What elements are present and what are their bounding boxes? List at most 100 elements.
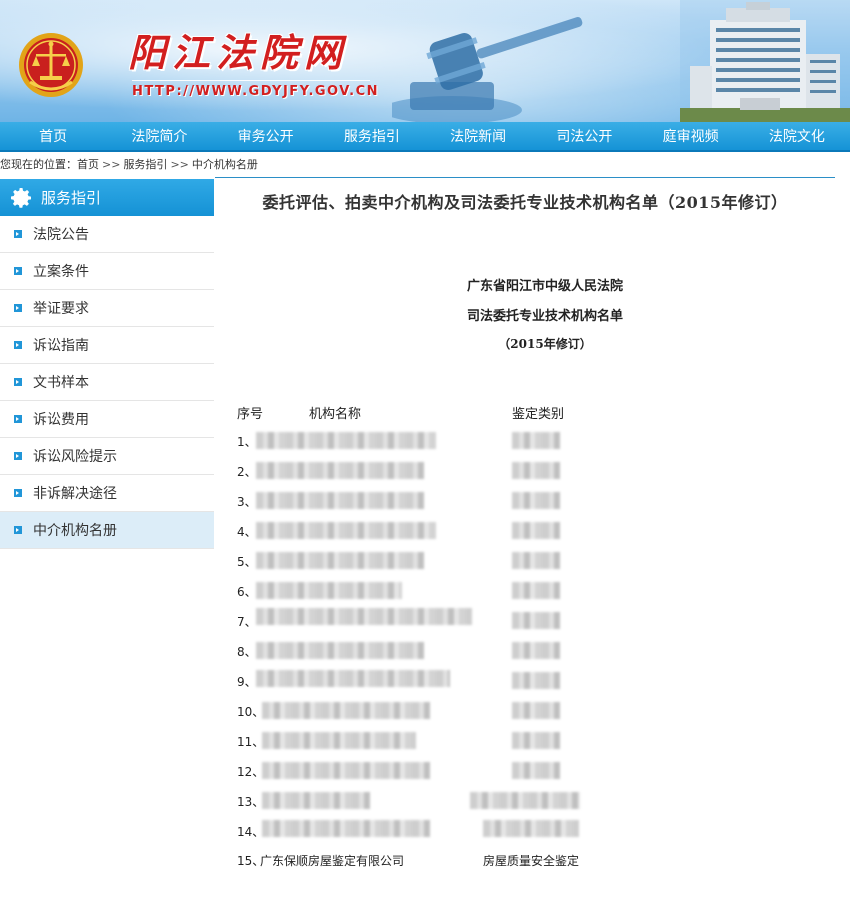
breadcrumb: 您现在的位置：首页 >> 服务指引 >> 中介机构名册 bbox=[0, 156, 258, 174]
arrow-bullet-icon bbox=[14, 378, 22, 386]
redacted-name bbox=[256, 582, 402, 599]
sidebar-header: 服务指引 bbox=[0, 179, 214, 216]
sidebar-item-label: 诉讼指南 bbox=[33, 338, 89, 354]
breadcrumb-prefix: 您现在的位置： bbox=[0, 158, 77, 171]
breadcrumb-separator: >> bbox=[170, 158, 189, 171]
row-number: 6、 bbox=[237, 585, 257, 599]
row-number: 1、 bbox=[237, 435, 257, 449]
redacted-name bbox=[256, 492, 424, 509]
row-number: 12、 bbox=[237, 765, 265, 779]
redacted-name bbox=[262, 820, 430, 837]
site-url: HTTP://WWW.GDYJFY.GOV.CN bbox=[132, 84, 379, 99]
redacted-name bbox=[256, 670, 450, 687]
sidebar-title: 服务指引 bbox=[41, 189, 102, 207]
sidebar-item-label: 非诉解决途径 bbox=[33, 486, 117, 502]
nav-item-trial-video[interactable]: 庭审视频 bbox=[638, 122, 744, 150]
list-name: 司法委托专业技术机构名单 bbox=[466, 309, 623, 324]
revision-note: （2015年修订） bbox=[498, 337, 592, 351]
gavel-icon bbox=[392, 17, 583, 122]
breadcrumb-current: 中介机构名册 bbox=[191, 158, 258, 171]
nav-item-court-intro[interactable]: 法院简介 bbox=[106, 122, 212, 150]
redacted-type bbox=[483, 820, 579, 837]
redacted-name bbox=[262, 792, 370, 809]
row-number: 2、 bbox=[237, 465, 257, 479]
sidebar-item-litigation-fees[interactable]: 诉讼费用 bbox=[0, 401, 214, 438]
column-header-no: 序号 bbox=[237, 407, 264, 422]
redacted-type bbox=[512, 612, 560, 629]
row-number: 8、 bbox=[237, 645, 257, 659]
redacted-type bbox=[512, 732, 560, 749]
sidebar-item-filing-conditions[interactable]: 立案条件 bbox=[0, 253, 214, 290]
row-number: 3、 bbox=[237, 495, 257, 509]
row-number: 14、 bbox=[237, 825, 265, 839]
redacted-name bbox=[262, 702, 430, 719]
url-underline bbox=[132, 80, 370, 81]
redacted-name bbox=[256, 642, 424, 659]
redacted-type bbox=[512, 462, 560, 479]
sidebar-item-document-samples[interactable]: 文书样本 bbox=[0, 364, 214, 401]
breadcrumb-service-guide[interactable]: 服务指引 bbox=[123, 158, 167, 171]
content-divider bbox=[215, 177, 835, 178]
arrow-bullet-icon bbox=[14, 341, 22, 349]
column-header-name: 机构名称 bbox=[309, 407, 362, 422]
sidebar-item-litigation-guide[interactable]: 诉讼指南 bbox=[0, 327, 214, 364]
redacted-type bbox=[512, 672, 560, 689]
main-nav: 首页 法院简介 审务公开 服务指引 法院新闻 司法公开 庭审视频 法院文化 bbox=[0, 122, 850, 152]
redacted-type bbox=[512, 492, 560, 509]
redacted-name bbox=[256, 522, 436, 539]
nav-item-judicial-openness[interactable]: 司法公开 bbox=[531, 122, 637, 150]
redacted-type bbox=[512, 522, 560, 539]
sidebar-item-label: 立案条件 bbox=[33, 264, 89, 280]
site-title: 阳江法院网 bbox=[128, 30, 349, 75]
nav-item-service-guide[interactable]: 服务指引 bbox=[319, 122, 425, 150]
header-banner: 阳江法院网 HTTP://WWW.GDYJFY.GOV.CN bbox=[0, 0, 850, 122]
redacted-type bbox=[512, 552, 560, 569]
redacted-type bbox=[512, 642, 560, 659]
redacted-type bbox=[512, 762, 560, 779]
arrow-bullet-icon bbox=[14, 415, 22, 423]
sidebar-item-label: 诉讼费用 bbox=[33, 412, 89, 428]
redacted-type bbox=[512, 702, 560, 719]
row-number: 7、 bbox=[237, 615, 257, 629]
sidebar-item-label: 诉讼风险提示 bbox=[33, 449, 117, 465]
column-header-type: 鉴定类别 bbox=[512, 407, 565, 422]
redacted-type bbox=[512, 582, 560, 599]
row-number: 11、 bbox=[237, 735, 265, 749]
agency-name: 广东保顺房屋鉴定有限公司 bbox=[260, 854, 405, 868]
sidebar-item-non-litigation[interactable]: 非诉解决途径 bbox=[0, 475, 214, 512]
nav-item-trial-affairs[interactable]: 审务公开 bbox=[213, 122, 319, 150]
sidebar-item-court-notice[interactable]: 法院公告 bbox=[0, 216, 214, 253]
nav-item-court-news[interactable]: 法院新闻 bbox=[425, 122, 531, 150]
court-name: 广东省阳江市中级人民法院 bbox=[466, 279, 623, 294]
redacted-name bbox=[256, 608, 472, 625]
row-number: 9、 bbox=[237, 675, 257, 689]
redacted-type bbox=[470, 792, 580, 809]
redacted-name bbox=[256, 462, 424, 479]
arrow-bullet-icon bbox=[14, 230, 22, 238]
nav-item-home[interactable]: 首页 bbox=[0, 122, 106, 150]
sidebar-item-label: 文书样本 bbox=[33, 375, 89, 391]
redacted-name bbox=[256, 432, 436, 449]
row-number: 4、 bbox=[237, 525, 257, 539]
sidebar-item-label: 举证要求 bbox=[33, 301, 89, 317]
row-number: 10、 bbox=[237, 705, 265, 719]
redacted-name bbox=[262, 732, 416, 749]
breadcrumb-home[interactable]: 首页 bbox=[77, 158, 99, 171]
article-title: 委托评估、拍卖中介机构及司法委托专业技术机构名单（2015年修订） bbox=[262, 193, 788, 212]
redacted-name bbox=[256, 552, 424, 569]
sidebar: 服务指引 法院公告 立案条件 举证要求 诉讼指南 文书样本 诉讼费用 诉讼风险提… bbox=[0, 179, 214, 549]
breadcrumb-separator: >> bbox=[102, 158, 121, 171]
sidebar-item-label: 法院公告 bbox=[33, 227, 89, 243]
sidebar-item-risk-warning[interactable]: 诉讼风险提示 bbox=[0, 438, 214, 475]
arrow-bullet-icon bbox=[14, 489, 22, 497]
appraisal-type: 房屋质量安全鉴定 bbox=[483, 854, 580, 868]
gear-icon bbox=[11, 187, 31, 208]
nav-item-court-culture[interactable]: 法院文化 bbox=[744, 122, 850, 150]
row-number: 5、 bbox=[237, 555, 257, 569]
sidebar-item-agency-directory[interactable]: 中介机构名册 bbox=[0, 512, 214, 549]
redacted-type bbox=[512, 432, 560, 449]
court-building-icon bbox=[680, 0, 850, 122]
sidebar-item-evidence-requirements[interactable]: 举证要求 bbox=[0, 290, 214, 327]
arrow-bullet-icon bbox=[14, 304, 22, 312]
row-number: 13、 bbox=[237, 795, 265, 809]
